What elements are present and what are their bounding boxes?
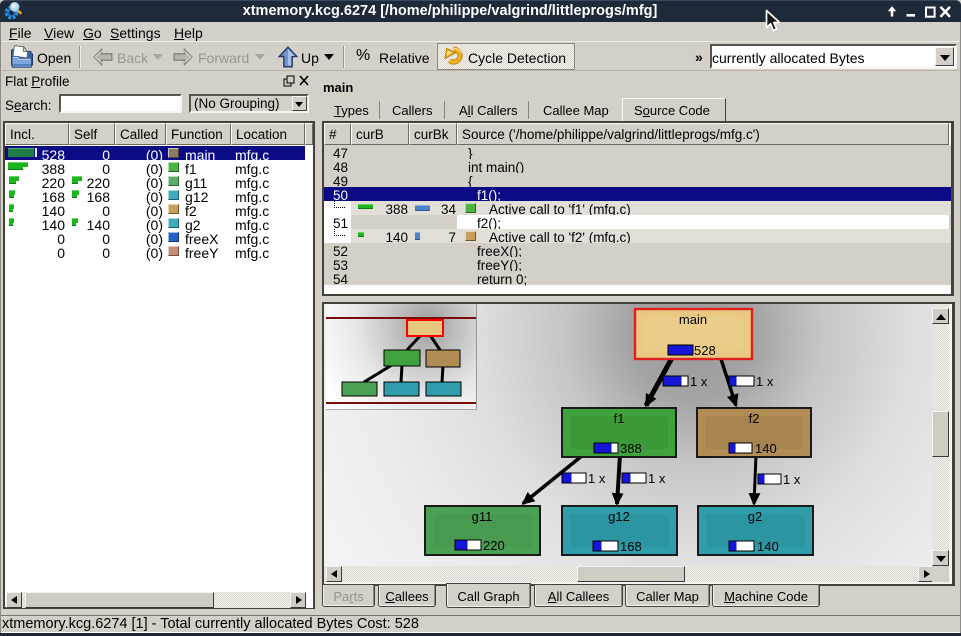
svg-text:140: 140: [755, 441, 777, 456]
svg-text:1 x: 1 x: [648, 471, 666, 486]
svg-text:168: 168: [620, 539, 642, 554]
svg-text:1 x: 1 x: [756, 374, 774, 389]
svg-text:1 x: 1 x: [783, 472, 801, 487]
svg-text:140: 140: [757, 539, 779, 554]
svg-text:f1: f1: [614, 411, 625, 426]
svg-text:g2: g2: [748, 509, 762, 524]
svg-text:f2: f2: [749, 411, 760, 426]
svg-text:g11: g11: [472, 509, 493, 524]
svg-text:main: main: [679, 312, 707, 327]
svg-text:220: 220: [483, 538, 505, 553]
svg-text:1 x: 1 x: [690, 374, 708, 389]
svg-text:388: 388: [620, 441, 642, 456]
svg-text:g12: g12: [608, 509, 630, 524]
svg-text:1 x: 1 x: [588, 471, 606, 486]
svg-text:528: 528: [694, 343, 716, 358]
